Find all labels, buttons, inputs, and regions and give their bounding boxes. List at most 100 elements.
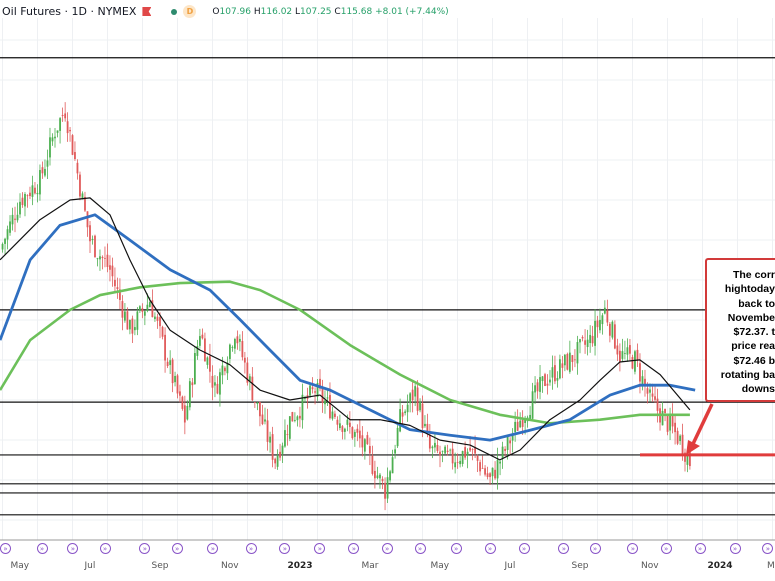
annotation-line: rotating ba xyxy=(720,369,775,382)
candle-body xyxy=(96,258,99,260)
candle-body xyxy=(579,339,581,343)
candle-body xyxy=(574,359,576,361)
candle-body xyxy=(343,428,346,432)
event-marker-icon[interactable]: » xyxy=(729,543,741,554)
event-marker-icon[interactable]: » xyxy=(171,543,183,554)
event-marker-icon[interactable]: » xyxy=(0,543,11,554)
candle-body xyxy=(129,319,131,330)
candle-body xyxy=(446,450,449,453)
candle-body xyxy=(133,327,136,331)
candle-body xyxy=(531,391,534,419)
candle-body xyxy=(61,114,64,116)
candle-body xyxy=(21,197,24,205)
candle-body xyxy=(424,423,426,427)
candle-body xyxy=(29,192,31,197)
candle-body xyxy=(156,316,159,321)
candle-body xyxy=(14,218,16,220)
candle-body xyxy=(541,376,544,382)
candle-body xyxy=(4,238,6,244)
candle-body xyxy=(681,434,684,456)
time-axis-label: May xyxy=(10,561,30,571)
candle-body xyxy=(366,435,369,445)
candle-body xyxy=(71,135,74,155)
candle-body xyxy=(519,420,522,428)
event-marker-icon[interactable]: » xyxy=(414,543,426,554)
candle-body xyxy=(374,470,376,479)
candle-body xyxy=(161,326,164,337)
candle-body xyxy=(421,403,424,429)
candle-body xyxy=(651,393,654,397)
candle-body xyxy=(59,118,61,131)
candle-body xyxy=(334,413,336,417)
event-marker-icon[interactable]: » xyxy=(660,543,672,554)
candle-body xyxy=(296,416,299,421)
candle-body xyxy=(454,462,457,468)
candle-body xyxy=(484,468,486,475)
symbol-title[interactable]: Oil Futures · 1D · NYMEX xyxy=(2,5,136,18)
candle-body xyxy=(219,372,221,395)
candle-body xyxy=(183,405,186,423)
candle-body xyxy=(69,129,71,132)
candle-body xyxy=(404,411,407,414)
candle-body xyxy=(214,382,216,386)
time-axis-label: 2024 xyxy=(707,561,733,571)
candle-body xyxy=(351,427,354,439)
annotation-line: Novembe xyxy=(727,311,775,324)
candle-body xyxy=(99,256,101,260)
candle-body xyxy=(121,301,124,318)
candle-body xyxy=(6,229,9,240)
annotation-callout[interactable]: The corr hightoday back to Novembe $72.3… xyxy=(705,258,775,402)
candle-body xyxy=(608,323,611,336)
candle-body xyxy=(209,356,211,372)
event-marker-icon[interactable]: » xyxy=(450,543,462,554)
candle-body xyxy=(384,482,386,499)
candle-body xyxy=(116,287,119,289)
time-axis-label: 2023 xyxy=(287,561,313,571)
candle-body xyxy=(396,427,399,447)
candle-body xyxy=(34,187,36,194)
candle-body xyxy=(91,238,94,241)
candle-body xyxy=(379,474,381,479)
candle-body xyxy=(389,471,391,481)
candle-body xyxy=(329,394,331,419)
event-marker-icon[interactable]: » xyxy=(694,543,706,554)
event-marker-icon[interactable]: » xyxy=(36,543,48,554)
candle-body xyxy=(606,310,609,323)
candle-body xyxy=(611,321,614,338)
candle-body xyxy=(206,357,209,365)
event-marker-icon[interactable]: » xyxy=(484,543,496,554)
candle-body xyxy=(271,434,274,460)
time-axis-label: Nov xyxy=(641,561,659,571)
annotation-line: $72.46 b xyxy=(733,354,775,367)
candle-body xyxy=(274,458,277,464)
candle-body xyxy=(461,451,464,464)
candle-body xyxy=(624,353,626,354)
event-marker-icon[interactable]: » xyxy=(381,543,393,554)
annotation-line: $72.37. t xyxy=(733,326,775,339)
event-marker-icon[interactable]: » xyxy=(99,543,111,554)
candle-body xyxy=(434,442,436,448)
candle-body xyxy=(324,400,326,405)
candle-body xyxy=(201,334,204,339)
candle-body xyxy=(141,308,144,312)
candle-body xyxy=(24,194,26,207)
candle-body xyxy=(126,311,129,330)
candle-body xyxy=(476,455,479,461)
candle-body xyxy=(601,315,604,325)
event-marker-icon[interactable]: » xyxy=(518,543,530,554)
time-axis-label: May xyxy=(430,561,450,571)
candle-body xyxy=(363,439,366,452)
candle-body xyxy=(449,449,452,451)
candle-body xyxy=(599,319,601,331)
price-chart[interactable] xyxy=(0,0,775,581)
candle-body xyxy=(481,467,484,469)
candle-body xyxy=(49,137,51,158)
candle-body xyxy=(394,449,396,454)
time-axis-label: M xyxy=(767,561,775,571)
time-axis-label: Mar xyxy=(361,561,379,571)
candle-body xyxy=(594,320,596,346)
event-marker-icon[interactable]: » xyxy=(245,543,257,554)
flag-icon[interactable] xyxy=(142,7,152,16)
candle-body xyxy=(521,419,524,427)
event-marker-icon[interactable]: » xyxy=(589,543,601,554)
